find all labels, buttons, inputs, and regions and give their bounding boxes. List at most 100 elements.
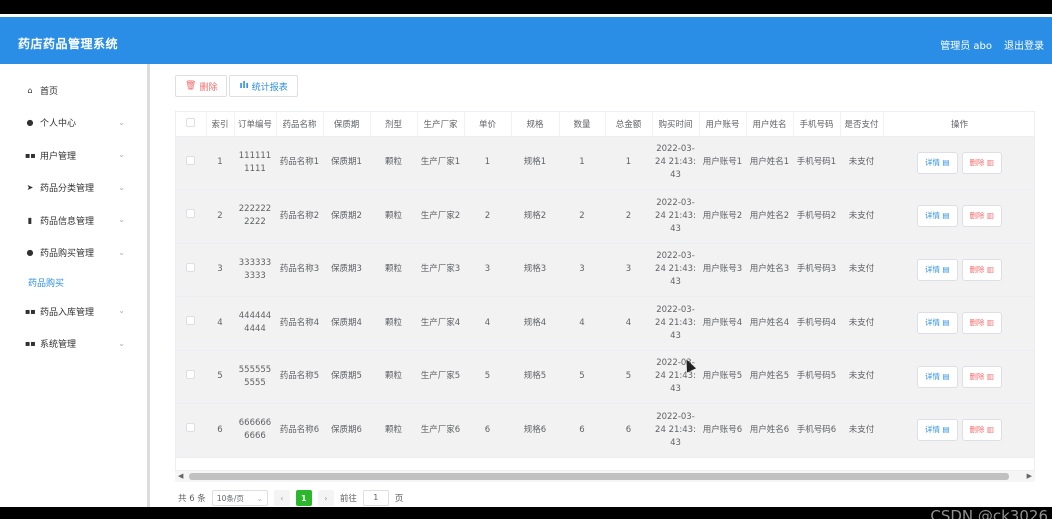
admin-user-label[interactable]: 管理员 abo (940, 37, 992, 52)
row-delete-button[interactable]: 删除 ▥ (961, 419, 1002, 442)
row-delete-label: 删除 (969, 264, 985, 274)
select-all-checkbox[interactable] (186, 117, 196, 127)
main-content: 🗑 删除 ılı 统计报表 索引 订单编号 药品名称 保质期 剂型 生产厂家 单价 规格 数量总… (153, 64, 1052, 507)
page-number-current[interactable]: 1 (295, 490, 312, 506)
detail-button-label: 详情 (925, 371, 941, 381)
sidebar-item[interactable]: ● 药品购买管理 ⌄ (0, 237, 147, 270)
row-checkbox[interactable] (186, 262, 196, 272)
table-cell: 药品名称4 (276, 296, 324, 351)
table-row[interactable]: 3 3333333333 药品名称3 保质期3 颗粒 生产厂家3 3 规格3 3 3 2022-03… (176, 243, 1034, 297)
column-header: 剂型 (370, 112, 418, 137)
scroll-left-arrow-icon[interactable]: ◀ (178, 472, 183, 480)
prev-page-button[interactable]: ‹ (273, 490, 290, 506)
row-checkbox[interactable] (186, 369, 196, 379)
sidebar-item[interactable]: ▪▪ 药品入库管理 ⌄ (0, 295, 147, 328)
row-select-cell[interactable] (176, 189, 207, 244)
grid-icon: ▪▪ (25, 150, 36, 160)
detail-button[interactable]: 详情 ▤ (917, 205, 958, 228)
scroll-right-arrow-icon[interactable]: ▶ (1027, 472, 1032, 480)
horizontal-scrollbar[interactable]: ◀ ▶ (175, 471, 1035, 482)
table-cell: 未支付 (840, 403, 884, 458)
detail-button[interactable]: 详情 ▤ (917, 151, 958, 174)
row-select-cell[interactable] (176, 403, 207, 458)
row-select-cell[interactable] (176, 350, 207, 404)
row-select-cell[interactable] (176, 243, 207, 297)
table-cell: 4 (206, 296, 235, 351)
sidebar-item[interactable]: ● 个人中心 ⌄ (0, 107, 147, 140)
table-cell: 保质期5 (323, 350, 371, 404)
detail-button[interactable]: 详情 ▤ (917, 312, 958, 335)
table-row[interactable]: 1 1111111111 药品名称1 保质期1 颗粒 生产厂家1 1 规格1 1 1 2022-03… (176, 136, 1034, 190)
table-cell: 保质期6 (323, 403, 371, 458)
detail-button[interactable]: 详情 ▤ (917, 365, 958, 388)
detail-button[interactable]: 详情 ▤ (917, 258, 958, 281)
row-delete-button[interactable]: 删除 ▥ (961, 312, 1002, 335)
doc-icon: ▮ (27, 215, 33, 225)
sidebar-item[interactable]: ⌂ 首页 (0, 74, 147, 107)
table-cell: 5 (464, 350, 512, 404)
document-icon: ▤ (940, 425, 950, 435)
table-row[interactable]: 2 2222222222 药品名称2 保质期2 颗粒 生产厂家2 2 规格2 2 2 2022-03… (176, 189, 1034, 244)
row-checkbox[interactable] (186, 155, 196, 165)
table-cell: 1111111111 (234, 136, 277, 190)
table-cell: 6666666666 (234, 403, 277, 458)
table-cell: 保质期2 (323, 189, 371, 244)
logout-link[interactable]: 退出登录 (1004, 37, 1044, 52)
report-button[interactable]: ılı 统计报表 (229, 75, 298, 97)
page-size-select[interactable]: 10条/页 ⌄ (211, 490, 268, 506)
row-actions: 详情 ▤ 删除 ▥ (883, 189, 1034, 244)
document-icon: ▤ (940, 371, 950, 381)
scrollbar-thumb[interactable] (189, 473, 1009, 480)
row-select-cell[interactable] (176, 296, 207, 351)
chevron-down-icon: ⌄ (118, 306, 125, 315)
detail-button[interactable]: 详情 ▤ (917, 419, 958, 442)
row-select-cell[interactable] (176, 136, 207, 190)
column-header: 数量 (559, 112, 606, 137)
table-cell: 6 (605, 403, 653, 458)
goto-label: 前往 (339, 494, 357, 504)
table-cell: 生产厂家1 (417, 136, 465, 190)
row-delete-button[interactable]: 删除 ▥ (961, 365, 1002, 388)
table-cell: 生产厂家5 (417, 350, 465, 404)
row-checkbox[interactable] (186, 316, 196, 326)
row-delete-button[interactable]: 删除 ▥ (961, 258, 1002, 281)
table-cell: 4 (464, 296, 512, 351)
goto-page-input[interactable]: 1 (362, 490, 389, 506)
table-cell: 2 (605, 189, 653, 244)
column-header: 用户姓名 (746, 112, 794, 137)
row-checkbox[interactable] (186, 423, 196, 433)
next-page-button[interactable]: › (317, 490, 334, 506)
table-cell: 6 (206, 403, 235, 458)
row-delete-label: 删除 (969, 371, 985, 381)
sidebar-item[interactable]: ▮ 药品信息管理 ⌄ (0, 204, 147, 237)
table-cell: 规格6 (511, 403, 560, 458)
table-row[interactable]: 5 5555555555 药品名称5 保质期5 颗粒 生产厂家5 5 规格5 5 5 2022-03… (176, 350, 1034, 404)
table-cell: 用户姓名5 (746, 350, 794, 404)
column-header: 药品名称 (276, 112, 324, 137)
row-delete-button[interactable]: 删除 ▥ (961, 151, 1002, 174)
sidebar-item[interactable]: ▪▪ 用户管理 ⌄ (0, 139, 147, 172)
table-cell: 3333333333 (234, 243, 277, 297)
table-row[interactable]: 6 6666666666 药品名称6 保质期6 颗粒 生产厂家6 6 规格6 6 6 2022-03… (176, 403, 1034, 458)
row-delete-label: 删除 (969, 211, 985, 221)
row-actions: 详情 ▤ 删除 ▥ (883, 403, 1034, 458)
column-header: 生产厂家 (417, 112, 465, 137)
sidebar-item[interactable]: ➤ 药品分类管理 ⌄ (0, 172, 147, 205)
document-icon: ▤ (940, 157, 950, 167)
detail-button-label: 详情 (925, 211, 941, 221)
chevron-down-icon: ⌄ (256, 493, 263, 503)
table-cell: 6 (559, 403, 606, 458)
row-checkbox[interactable] (186, 209, 196, 219)
sidebar-item[interactable]: ▪▪ 系统管理 ⌄ (0, 328, 147, 361)
data-table: 索引 订单编号 药品名称 保质期 剂型 生产厂家 单价 规格 数量 总金额 购买时间 用户账号 用户姓名… (175, 111, 1035, 471)
watermark: CSDN @ck3026 (930, 507, 1048, 519)
sidebar-sub-item-purchase[interactable]: 药品购买 (0, 269, 147, 295)
delete-button[interactable]: 🗑 删除 (175, 75, 228, 97)
detail-button-label: 详情 (925, 318, 941, 328)
header-select-all[interactable] (176, 112, 207, 137)
table-row[interactable]: 4 4444444444 药品名称4 保质期4 颗粒 生产厂家4 4 规格4 4 4 2022-03… (176, 296, 1034, 351)
report-button-label: 统计报表 (251, 82, 288, 93)
table-cell: 未支付 (840, 189, 884, 244)
detail-button-label: 详情 (925, 157, 941, 167)
row-delete-button[interactable]: 删除 ▥ (961, 205, 1002, 228)
